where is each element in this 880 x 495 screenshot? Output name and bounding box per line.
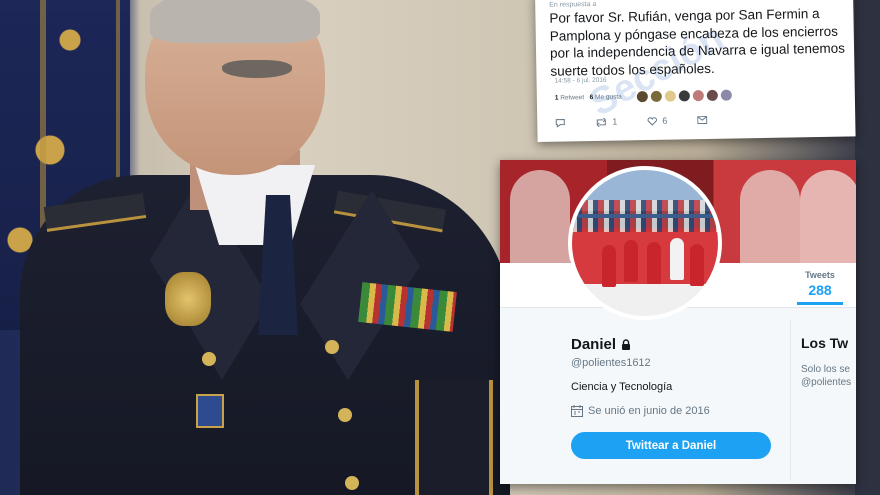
person — [602, 245, 616, 287]
retweets-label[interactable]: Retweet — [560, 94, 584, 101]
liker-avatars — [636, 89, 732, 103]
likes-count: 6 — [589, 94, 594, 102]
person — [690, 244, 704, 286]
tweets-stat-tab[interactable]: Tweets 288 — [797, 270, 843, 305]
tweet-stats: 1 Retweet 6 Me gusta — [555, 94, 622, 102]
retweet-action-count: 1 — [612, 116, 618, 127]
uniform-button — [325, 340, 339, 354]
banner-figure — [800, 170, 856, 263]
avatar[interactable] — [692, 90, 704, 102]
retweet-button[interactable]: 1 — [595, 117, 617, 127]
avatar[interactable] — [720, 89, 732, 101]
tweets-count: 288 — [808, 282, 832, 298]
message-button[interactable] — [697, 115, 708, 125]
profile-handle[interactable]: @polientes1612 — [571, 357, 651, 369]
avatar[interactable] — [706, 89, 718, 102]
calendar-icon — [571, 405, 583, 417]
dark-edge — [855, 0, 880, 495]
like-icon — [647, 116, 657, 126]
profile-card: Tweets 288 Daniel @polientes1612 Ciencia… — [500, 160, 856, 484]
avatar[interactable] — [636, 91, 648, 103]
tweet-card: Sección En respuesta a Por favor Sr. Ruf… — [535, 0, 856, 142]
protected-tweets-text: Solo los se @polientes — [801, 363, 856, 389]
join-date: Se unió en junio de 2016 — [571, 405, 710, 417]
tweets-label: Tweets — [805, 270, 835, 280]
retweet-icon — [596, 117, 606, 127]
reply-to-label: En respuesta a — [549, 0, 597, 9]
likes-label[interactable]: Me gusta — [595, 94, 622, 101]
profile-name[interactable]: Daniel — [571, 336, 631, 353]
tweet-actions: 1 6 — [555, 115, 708, 128]
tweet-timestamp[interactable]: 14:58 - 6 jul. 2016 — [554, 77, 606, 85]
person — [670, 238, 684, 280]
avatar[interactable] — [678, 90, 690, 102]
sleeve-badge — [196, 394, 224, 428]
hair — [150, 0, 320, 43]
uniform-cuff — [415, 380, 493, 495]
banner-figure — [510, 170, 570, 263]
uniform-button — [345, 476, 359, 490]
crowd — [572, 200, 718, 214]
uniform-button — [202, 352, 216, 366]
protected-text-line: @polientes — [801, 377, 852, 388]
lock-icon — [621, 339, 631, 350]
profile-bio: Ciencia y Tecnología — [571, 381, 673, 393]
display-name: Daniel — [571, 336, 617, 353]
person — [624, 240, 638, 282]
message-icon — [697, 116, 708, 125]
police-badge — [165, 272, 211, 326]
protected-tweets-title: Los Tw — [801, 335, 849, 351]
protected-text-line: Solo los se — [801, 364, 850, 375]
profile-avatar[interactable] — [568, 166, 722, 320]
reply-button[interactable] — [555, 117, 565, 128]
column-divider — [790, 320, 791, 480]
tweet-text: Por favor Sr. Rufián, venga por San Ferm… — [549, 6, 846, 79]
join-date-text: Se unió en junio de 2016 — [588, 405, 710, 417]
like-action-count: 6 — [662, 115, 668, 126]
crowd — [572, 218, 718, 232]
avatar[interactable] — [650, 90, 662, 102]
retweets-count: 1 — [554, 94, 559, 102]
mustache — [222, 60, 292, 78]
person — [647, 242, 661, 284]
banner-figure — [740, 170, 800, 263]
uniform-button — [338, 408, 352, 422]
reply-icon — [555, 118, 565, 128]
like-button[interactable]: 6 — [647, 116, 667, 126]
avatar[interactable] — [664, 90, 676, 102]
tweet-to-user-button[interactable]: Twittear a Daniel — [571, 432, 771, 459]
